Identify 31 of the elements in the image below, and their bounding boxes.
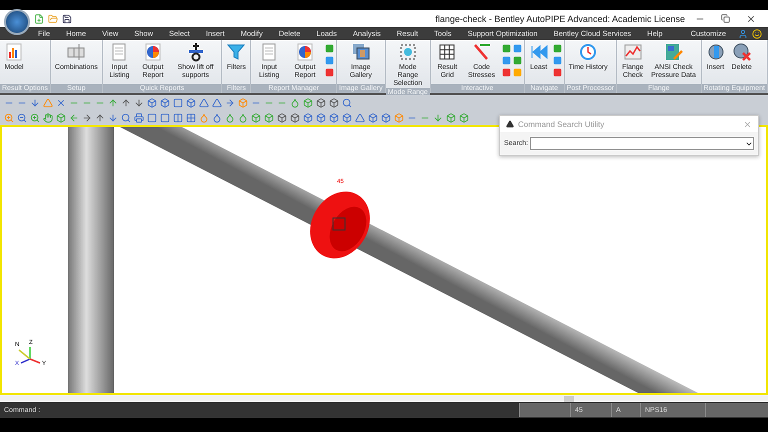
- skip-first-icon: [528, 42, 549, 62]
- close-icon[interactable]: [743, 120, 752, 128]
- close-icon: [746, 14, 756, 24]
- gallery-icon: [350, 42, 371, 62]
- stress-line-icon: [472, 42, 492, 62]
- bar-chart-icon: [4, 42, 24, 62]
- flange-chart-icon: [622, 42, 643, 62]
- filter-icon: [226, 42, 246, 62]
- status-cell: [705, 403, 768, 417]
- smiley-icon[interactable]: [752, 28, 762, 38]
- dialog-title: Command Search Utility: [518, 120, 606, 128]
- pie-chart-icon: [142, 42, 163, 62]
- save-icon[interactable]: [62, 14, 72, 24]
- horizontal-scrollbar[interactable]: [0, 395, 768, 402]
- pump-delete-icon: [732, 42, 752, 62]
- window-title: flange-check - Bentley AutoPIPE Advanced: Academic License: [435, 14, 685, 24]
- mode-range-icon: [398, 42, 418, 62]
- grid-icon: [437, 42, 458, 62]
- tool-icon: [506, 120, 514, 128]
- status-cell: [519, 403, 570, 417]
- pump-icon: [706, 42, 726, 62]
- folder-icon[interactable]: [48, 14, 58, 24]
- document-pencil-icon: [664, 42, 684, 62]
- numbers-icon: [66, 42, 86, 62]
- flange-drawing: [310, 192, 370, 258]
- clock-icon: [578, 42, 598, 62]
- pie-chart-icon: [294, 42, 315, 62]
- restore-icon: [721, 14, 730, 23]
- new-file-icon[interactable]: [34, 14, 44, 24]
- user-icon[interactable]: [738, 28, 748, 38]
- search-field[interactable]: [530, 137, 754, 150]
